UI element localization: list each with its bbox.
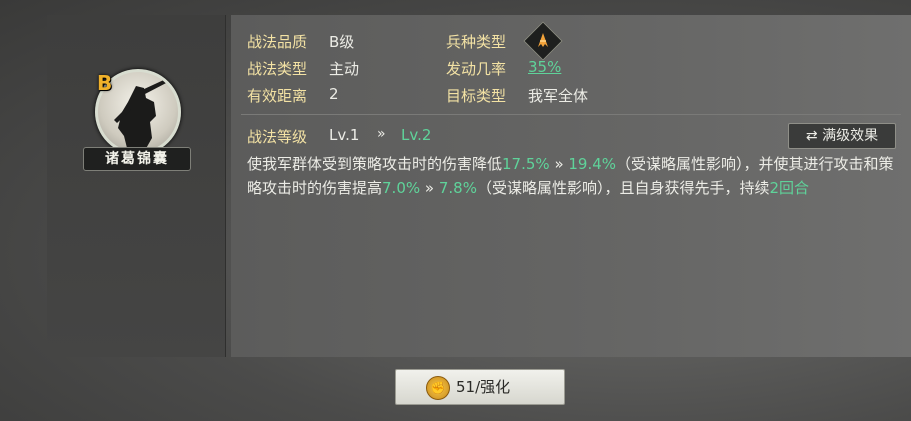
trigger-rate-link[interactable]: 35% (528, 58, 561, 76)
description-arrow-icon: » (549, 155, 569, 173)
tactic-level-label: 战法等级 (247, 128, 308, 146)
fist-icon: ✊ (426, 376, 450, 400)
enhance-button[interactable]: ✊ 51/强化 (395, 369, 565, 405)
section-divider (241, 114, 901, 115)
description-text: 使我军群体受到策略攻击时的伤害降低 (247, 155, 503, 173)
range-value: 2 (329, 85, 339, 103)
item-portrait-panel: B 诸葛锦囊 (47, 15, 226, 357)
tactic-description: 使我军群体受到策略攻击时的伤害降低17.5% » 19.4% （受谋略属性影响），… (247, 152, 897, 200)
quality-value: B级 (329, 33, 355, 51)
description-text: （受谋略属性影响），且自身获得先手，持续 (476, 179, 770, 197)
level-arrow-icon: » (377, 126, 386, 142)
range-label: 有效距离 (247, 87, 308, 105)
description-arrow-icon: » (420, 179, 439, 197)
current-level: Lv.1 (329, 126, 360, 144)
description-duration: 2回合 (769, 179, 810, 197)
quality-label: 战法品质 (247, 33, 308, 51)
description-value: 7.8% (438, 179, 477, 197)
description-value: 19.4% (568, 155, 617, 173)
description-value: 17.5% (502, 155, 550, 173)
swap-icon: ⇄ (805, 128, 818, 144)
tactic-type-label: 战法类型 (247, 60, 308, 78)
enhance-label: 51/强化 (456, 378, 511, 396)
item-name-label: 诸葛锦囊 (83, 147, 191, 171)
max-level-effect-button[interactable]: ⇄ 满级效果 (788, 123, 896, 149)
target-type-label: 目标类型 (446, 87, 507, 105)
next-level: Lv.2 (401, 126, 432, 144)
troop-type-icon (535, 31, 551, 49)
description-value: 7.0% (382, 179, 421, 197)
target-type-value: 我军全体 (528, 87, 589, 105)
trigger-rate-label: 发动几率 (446, 60, 507, 78)
tactic-type-value: 主动 (329, 60, 360, 78)
troop-type-label: 兵种类型 (446, 33, 507, 51)
max-level-effect-label: 满级效果 (822, 128, 879, 144)
quality-letter: B (97, 71, 113, 95)
